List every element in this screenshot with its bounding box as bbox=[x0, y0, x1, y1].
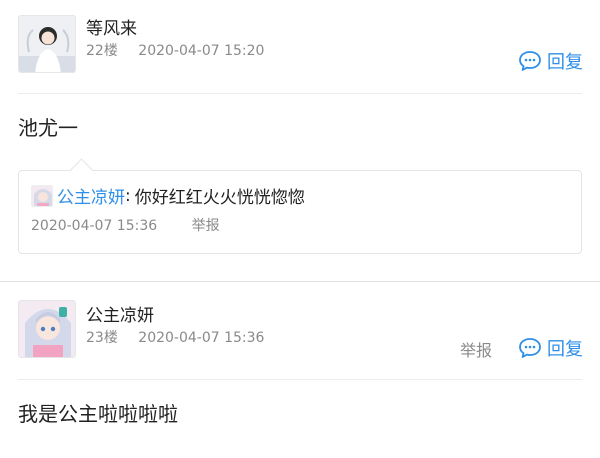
post-floor-22: 等风来 22楼 2020-04-07 15:20 回复 池尤一 公主凉妍: 你… bbox=[0, 0, 600, 281]
reply-label: 回复 bbox=[547, 339, 583, 360]
sub-reply-colon: : bbox=[125, 185, 131, 206]
reply-button[interactable]: 回复 bbox=[518, 48, 583, 74]
post-content: 池尤一 bbox=[18, 116, 78, 140]
sub-reply-line: 公主凉妍 : 你好红红火火恍恍惚惚 bbox=[31, 183, 305, 208]
report-link[interactable]: 举报 bbox=[460, 337, 492, 361]
sub-reply-username[interactable]: 公主凉妍 bbox=[57, 183, 125, 208]
avatar[interactable] bbox=[18, 300, 76, 358]
timestamp: 2020-04-07 15:36 bbox=[138, 330, 265, 346]
sub-reply-box: 公主凉妍 : 你好红红火火恍恍惚惚 2020-04-07 15:36 举报 bbox=[18, 158, 582, 254]
chat-bubble-icon bbox=[519, 51, 541, 71]
chat-bubble-icon bbox=[519, 338, 541, 358]
divider bbox=[18, 379, 582, 380]
avatar[interactable] bbox=[31, 184, 53, 207]
avatar[interactable] bbox=[18, 15, 76, 73]
reply-button[interactable]: 回复 bbox=[518, 335, 583, 361]
sub-reply-timestamp: 2020-04-07 15:36 bbox=[31, 218, 158, 234]
sub-reply-report-link[interactable]: 举报 bbox=[192, 218, 220, 234]
divider bbox=[18, 93, 582, 94]
username[interactable]: 等风来 bbox=[86, 14, 137, 39]
timestamp: 2020-04-07 15:20 bbox=[138, 43, 265, 59]
post-meta: 22楼 2020-04-07 15:20 bbox=[86, 40, 264, 60]
sub-reply-text: 你好红红火火恍恍惚惚 bbox=[134, 188, 305, 208]
username[interactable]: 公主凉妍 bbox=[86, 301, 154, 326]
floor-number: 23楼 bbox=[86, 330, 118, 346]
post-content: 我是公主啦啦啦啦 bbox=[18, 402, 178, 426]
post-meta: 23楼 2020-04-07 15:36 bbox=[86, 327, 264, 347]
quote-pointer bbox=[69, 158, 94, 183]
floor-number: 22楼 bbox=[86, 43, 118, 59]
sub-reply-meta: 2020-04-07 15:36 举报 bbox=[31, 215, 220, 235]
post-floor-23: 公主凉妍 23楼 2020-04-07 15:36 举报 回复 我是公主啦啦啦啦 bbox=[0, 281, 600, 458]
reply-label: 回复 bbox=[547, 52, 583, 73]
